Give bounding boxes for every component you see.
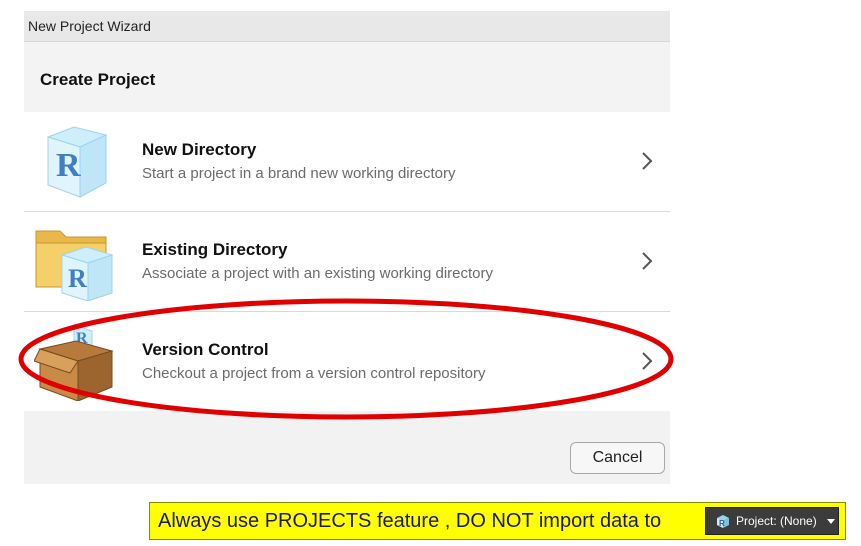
option-description: Associate a project with an existing wor… xyxy=(142,265,493,282)
window-titlebar: New Project Wizard xyxy=(24,11,670,42)
option-existing-directory[interactable]: R Existing Directory Associate a project… xyxy=(24,212,670,312)
box-icon: R xyxy=(34,324,114,401)
page-title: Create Project xyxy=(40,70,156,89)
option-title: New Directory xyxy=(142,140,257,159)
cancel-button[interactable]: Cancel xyxy=(570,442,665,474)
option-new-directory[interactable]: R New Directory Start a project in a bra… xyxy=(24,112,670,212)
option-description: Start a project in a brand new working d… xyxy=(142,165,456,182)
project-menu-button[interactable]: R Project: (None) xyxy=(705,507,839,535)
dialog-header: Create Project xyxy=(24,42,670,113)
svg-text:R: R xyxy=(719,519,725,528)
chevron-right-icon xyxy=(642,252,653,270)
r-cube-icon: R xyxy=(46,126,108,198)
chevron-down-icon xyxy=(827,519,835,524)
project-chip-label: Project: (None) xyxy=(736,514,817,528)
project-type-list: R New Directory Start a project in a bra… xyxy=(24,112,670,412)
banner-text: Always use PROJECTS feature , DO NOT imp… xyxy=(158,510,662,532)
folder-r-icon: R xyxy=(35,230,114,301)
option-title: Existing Directory xyxy=(142,240,288,259)
option-version-control[interactable]: R Version Control Checkout a project fro… xyxy=(24,312,670,412)
new-project-dialog: New Project Wizard Create Project R New … xyxy=(24,11,670,484)
option-description: Checkout a project from a version contro… xyxy=(142,365,486,382)
chevron-right-icon xyxy=(642,152,653,170)
r-project-icon: R xyxy=(717,515,729,528)
svg-text:R: R xyxy=(56,147,81,184)
option-title: Version Control xyxy=(142,340,269,359)
dialog-footer: Cancel xyxy=(24,411,670,484)
annotation-banner: Always use PROJECTS feature , DO NOT imp… xyxy=(149,502,846,540)
svg-text:R: R xyxy=(68,264,87,293)
window-title: New Project Wizard xyxy=(28,18,151,34)
chevron-right-icon xyxy=(642,352,653,370)
